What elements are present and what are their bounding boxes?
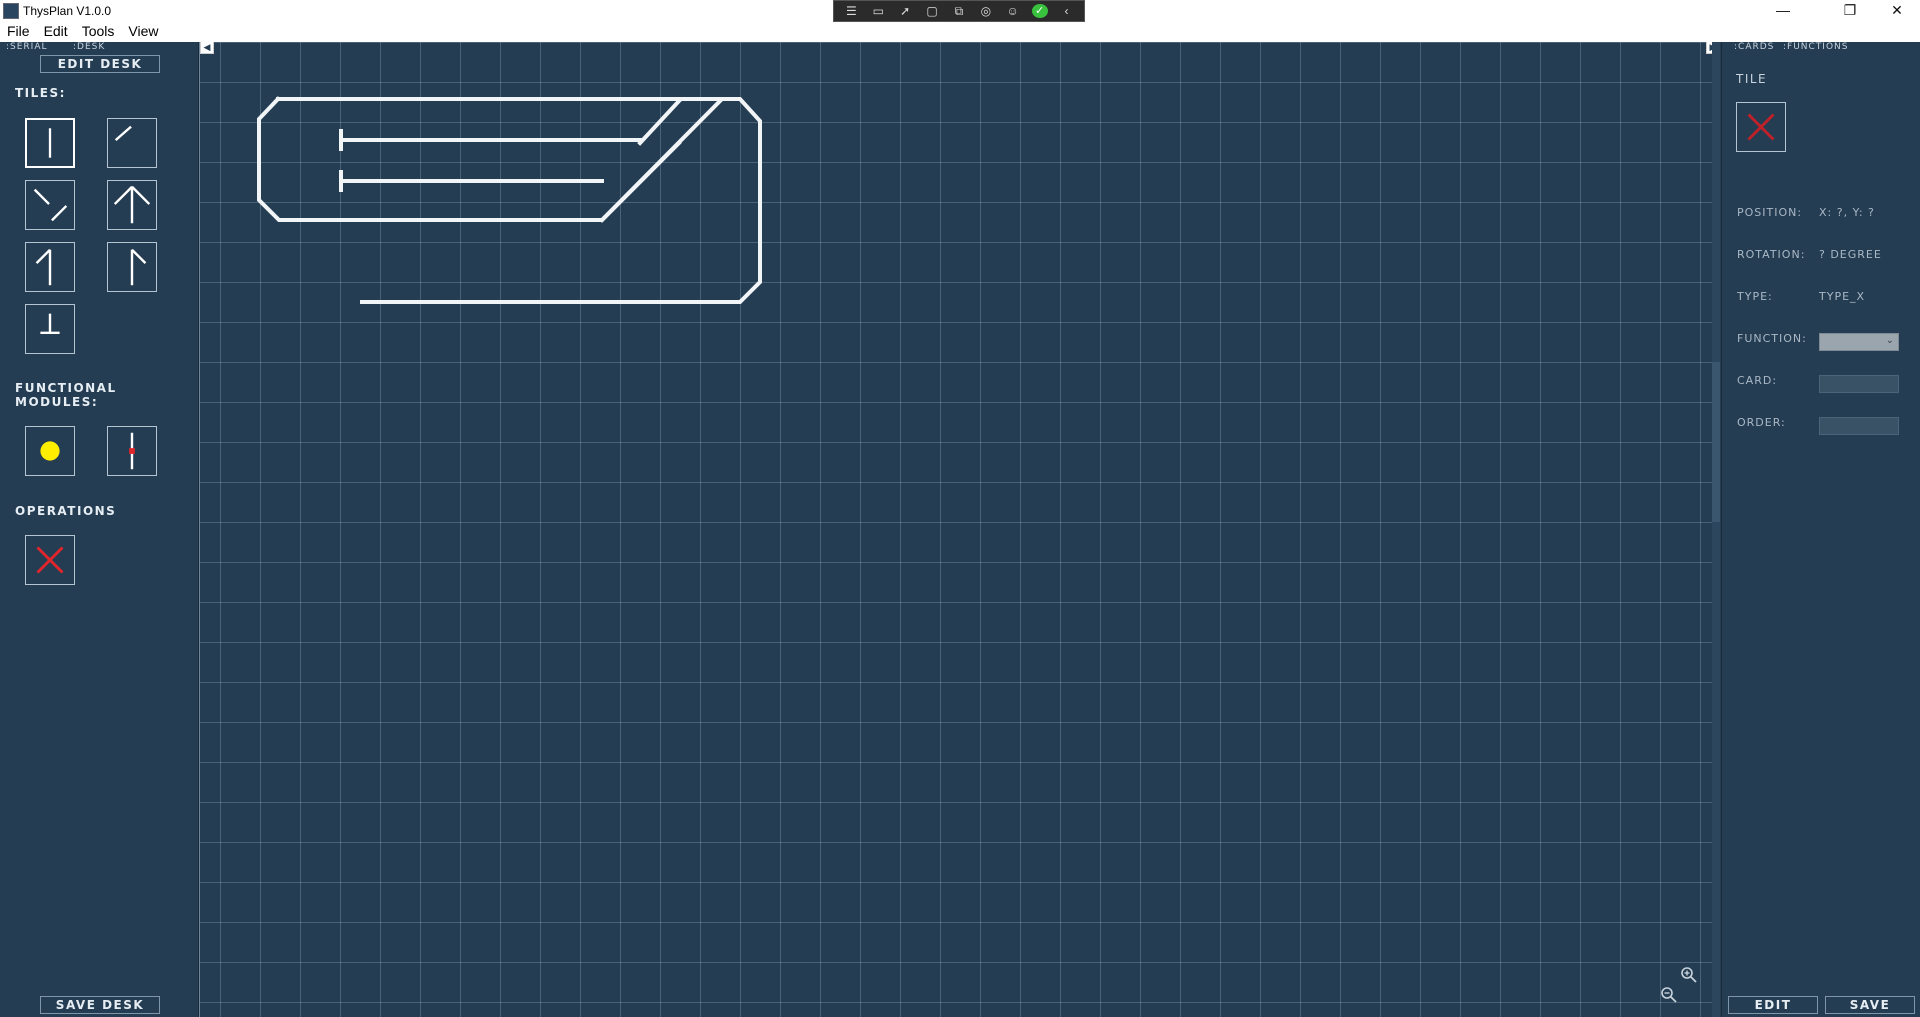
recorder-accessibility-icon[interactable]: ☺: [1005, 4, 1021, 18]
zoom-in-icon[interactable]: [1680, 966, 1698, 984]
chevron-down-icon: ⌄: [1885, 335, 1894, 346]
tab-functions[interactable]: :FUNCTIONS: [1783, 42, 1849, 52]
tile-switch-right[interactable]: [107, 242, 157, 292]
recorder-window-icon[interactable]: ⧉: [951, 4, 967, 18]
close-button[interactable]: ✕: [1874, 0, 1920, 22]
module-signal-light[interactable]: [25, 426, 75, 476]
chevron-left-icon[interactable]: ◀: [200, 42, 214, 54]
card-label: CARD:: [1737, 374, 1778, 387]
order-label: ORDER:: [1737, 416, 1786, 429]
track-outer-loop: [276, 97, 762, 304]
save-desk-button[interactable]: SAVE DESK: [40, 996, 160, 1014]
tile-label: TILE: [1736, 72, 1768, 86]
menu-tools[interactable]: Tools: [75, 22, 122, 42]
canvas-vertical-scrollbar[interactable]: [1712, 42, 1720, 1017]
tile-switch-left[interactable]: [25, 242, 75, 292]
tile-diagonal[interactable]: [107, 118, 157, 168]
position-label: POSITION:: [1737, 206, 1803, 219]
recorder-camera-icon[interactable]: ▭: [870, 4, 886, 18]
switch-right-icon: [130, 248, 147, 286]
double-diagonal-track-icon: [33, 188, 68, 222]
scrollbar-thumb[interactable]: [1712, 362, 1720, 522]
edit-desk-button[interactable]: EDIT DESK: [40, 55, 160, 73]
tile-end-stop[interactable]: [25, 304, 75, 354]
tab-cards[interactable]: :CARDS: [1734, 42, 1774, 52]
delete-x-icon: [1747, 113, 1775, 141]
operation-delete[interactable]: [25, 535, 75, 585]
edit-button[interactable]: EDIT: [1728, 996, 1818, 1014]
left-panel: :SERIAL :DESK EDIT DESK TILES: FUNCTIONA…: [0, 42, 199, 1017]
track-layout: [257, 96, 762, 304]
rotation-label: ROTATION:: [1737, 248, 1806, 261]
tab-serial[interactable]: :SERIAL: [6, 42, 48, 52]
yellow-light-icon: [40, 441, 60, 461]
menu-view[interactable]: View: [121, 22, 165, 42]
position-value: X: ?, Y: ?: [1819, 206, 1875, 219]
menu-file[interactable]: File: [0, 22, 37, 42]
track-diagonal-2: [637, 98, 682, 146]
tab-desk[interactable]: :DESK: [73, 42, 105, 52]
track-sensor-icon: [129, 432, 135, 470]
type-label: TYPE:: [1737, 290, 1773, 303]
delete-x-icon: [36, 546, 64, 574]
function-label: FUNCTION:: [1737, 332, 1807, 345]
recorder-audio-icon[interactable]: ◎: [978, 4, 994, 18]
tiles-label: TILES:: [15, 86, 66, 100]
operations-label: OPERATIONS: [15, 504, 117, 518]
arrow-up-junction-icon: [113, 185, 151, 224]
selected-tile-preview: [1736, 102, 1786, 152]
minimize-button[interactable]: —: [1760, 0, 1806, 22]
screen-recorder-toolbar: ☰ ▭ ➚ ▢ ⧉ ◎ ☺ ✓ ‹: [833, 0, 1085, 22]
window-title: ThysPlan V1.0.0: [23, 4, 112, 18]
recorder-check-icon[interactable]: ✓: [1031, 4, 1048, 18]
restore-button[interactable]: ❐: [1827, 0, 1873, 22]
recorder-region-icon[interactable]: ▢: [924, 4, 940, 18]
zoom-out-icon[interactable]: [1660, 986, 1678, 1004]
tile-junction-up[interactable]: [107, 180, 157, 230]
function-select[interactable]: ⌄: [1819, 333, 1899, 351]
tile-straight[interactable]: [25, 118, 75, 168]
recorder-collapse-icon[interactable]: ‹: [1058, 4, 1074, 18]
right-panel: :CARDS :FUNCTIONS TILE POSITION: X: ?, Y…: [1721, 42, 1920, 1017]
track-inner-loop: [257, 96, 682, 222]
diagonal-track-icon: [114, 125, 132, 142]
save-button[interactable]: SAVE: [1825, 996, 1915, 1014]
end-stop-icon: [40, 313, 60, 335]
recorder-pointer-icon[interactable]: ➚: [897, 4, 913, 18]
tile-double-diagonal[interactable]: [25, 180, 75, 230]
type-value: TYPE_X: [1819, 290, 1866, 303]
rotation-value: ? DEGREE: [1819, 248, 1882, 261]
module-sensor[interactable]: [107, 426, 157, 476]
recorder-list-icon[interactable]: ☰: [843, 4, 859, 18]
order-input[interactable]: [1819, 417, 1899, 435]
menu-edit[interactable]: Edit: [37, 22, 75, 42]
app-logo-icon: [3, 3, 19, 19]
title-bar: ThysPlan V1.0.0 ☰ ▭ ➚ ▢ ⧉ ◎ ☺ ✓ ‹ — ❐ ✕: [0, 0, 1920, 22]
functional-modules-label: FUNCTIONAL MODULES:: [15, 381, 117, 409]
card-input[interactable]: [1819, 375, 1899, 393]
menu-bar: File Edit Tools View: [0, 22, 1920, 42]
switch-left-icon: [35, 248, 52, 286]
desk-canvas[interactable]: ◀ ▶: [199, 42, 1720, 1017]
straight-track-icon: [48, 128, 52, 158]
